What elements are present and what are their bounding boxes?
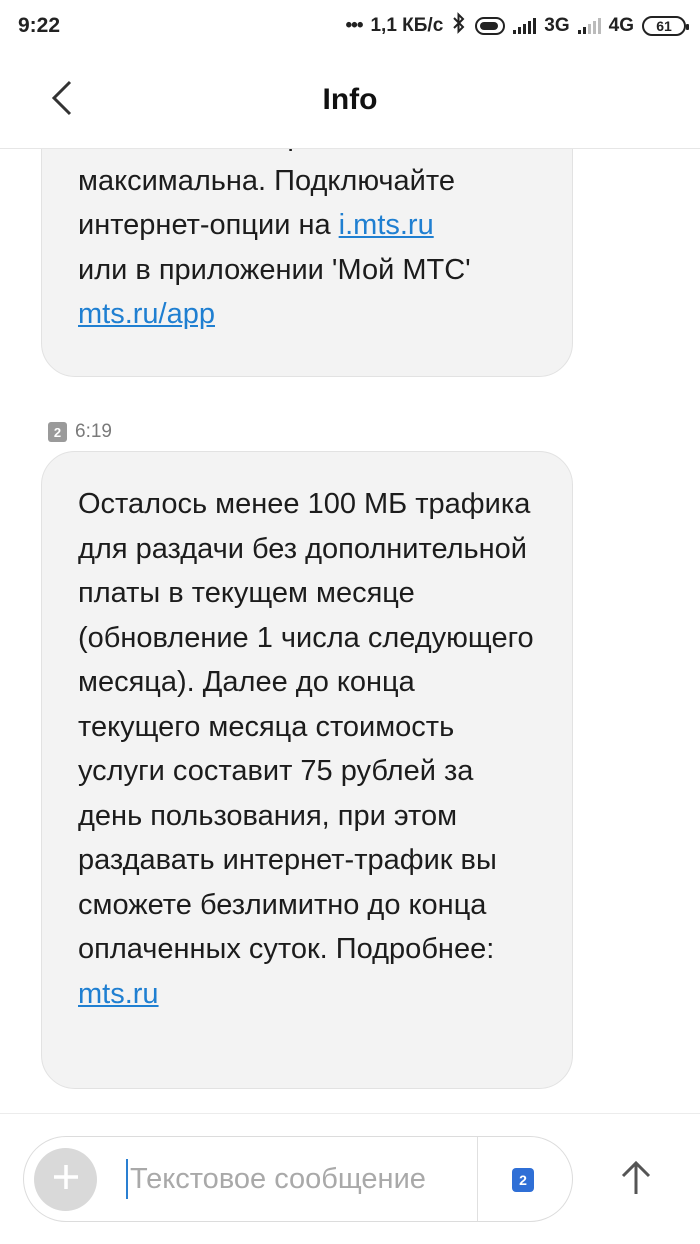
message-text: Осталось менее 100 МБ трафика для раздач… xyxy=(78,488,534,965)
message-link[interactable]: mts.ru/app xyxy=(78,298,215,330)
sim-badge: 2 xyxy=(48,422,67,442)
message-time: 6:19 xyxy=(75,421,112,442)
dots-icon: ••• xyxy=(345,15,364,36)
network-speed: 1,1 КБ/с xyxy=(370,15,444,36)
message-text: интернет-опции на xyxy=(78,209,339,241)
composer: Текстовое сообщение 2 xyxy=(23,1136,573,1222)
battery-level: 61 xyxy=(656,18,672,34)
add-attachment-button[interactable] xyxy=(34,1148,97,1211)
message-input[interactable]: Текстовое сообщение xyxy=(126,1137,456,1221)
message-line: или в приложении 'Мой МТС' xyxy=(78,253,471,286)
bluetooth-icon xyxy=(451,12,467,40)
message-line: максимальна. Подключайте xyxy=(78,164,455,197)
message-list[interactable]: отключена. Скорость максимальна. Подключ… xyxy=(0,149,700,1113)
chevron-left-icon xyxy=(50,79,74,122)
message-input-placeholder: Текстовое сообщение xyxy=(130,1162,426,1195)
back-button[interactable] xyxy=(34,72,90,128)
signal-icon-sim1 xyxy=(513,18,537,34)
message-meta: 2 6:19 xyxy=(48,421,112,443)
data-saver-icon xyxy=(475,17,506,35)
network-type-1: 3G xyxy=(544,15,570,36)
send-button[interactable] xyxy=(606,1150,666,1210)
sim-select-button[interactable]: 2 xyxy=(512,1168,534,1192)
signal-icon-sim2 xyxy=(577,18,601,34)
app-header: Info xyxy=(0,52,700,149)
arrow-up-icon xyxy=(619,1160,653,1201)
status-time: 9:22 xyxy=(18,14,61,37)
divider xyxy=(0,1113,700,1114)
message-link[interactable]: i.mts.ru xyxy=(339,209,434,241)
divider xyxy=(477,1137,478,1221)
status-icons: ••• 1,1 КБ/с 3G 4G 61 xyxy=(345,12,689,40)
message-link[interactable]: mts.ru xyxy=(78,978,159,1010)
message-line: отключена. Скорость xyxy=(78,149,536,159)
status-bar: 9:22 ••• 1,1 КБ/с 3G 4G 61 xyxy=(0,0,700,52)
battery-icon: 61 xyxy=(642,16,689,36)
plus-icon xyxy=(51,1162,81,1197)
message-line: mts.ru/app xyxy=(78,292,536,337)
text-caret xyxy=(126,1159,128,1199)
message-bubble[interactable]: отключена. Скорость максимальна. Подключ… xyxy=(41,149,573,377)
message-bubble[interactable]: Осталось менее 100 МБ трафика для раздач… xyxy=(41,451,573,1089)
network-type-2: 4G xyxy=(608,15,634,36)
message-line: интернет-опции на i.mts.ru xyxy=(78,203,536,248)
conversation-title: Info xyxy=(322,83,378,116)
